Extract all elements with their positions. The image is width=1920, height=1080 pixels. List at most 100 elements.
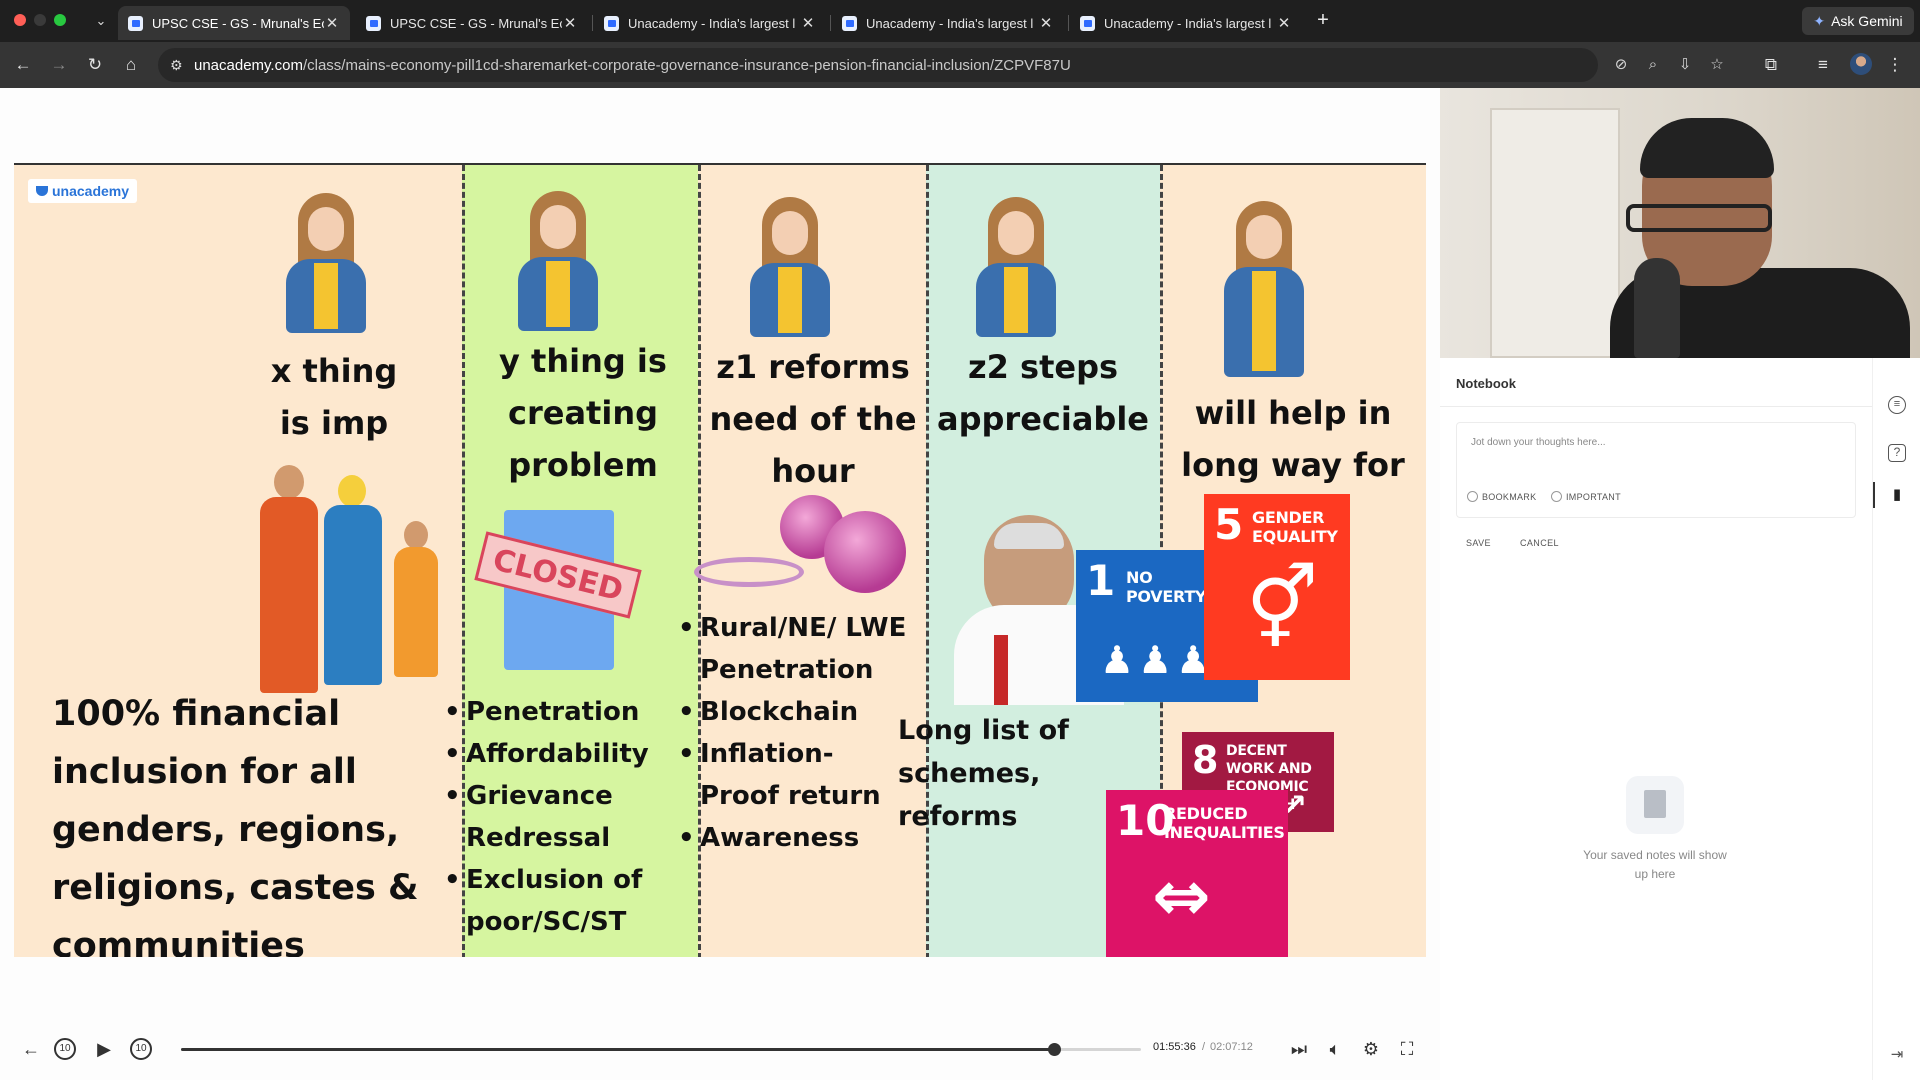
heading-line: problem <box>508 446 658 484</box>
notebook-icon[interactable]: ▮ <box>1886 484 1908 506</box>
profile-avatar[interactable] <box>1850 53 1872 75</box>
column-3-heading: z1 reforms need of the hour <box>698 341 928 497</box>
install-app-icon[interactable]: ⇩ <box>1674 54 1696 76</box>
column-3-bullets: Rural/NE/ LWE Penetration Blockchain Inf… <box>678 607 908 859</box>
seek-bar-handle[interactable] <box>1047 1043 1061 1056</box>
play-icon[interactable]: ▶ <box>91 1036 117 1062</box>
column-1-body: 100% financial inclusion for all genders… <box>52 685 419 957</box>
next-track-icon[interactable]: ⏭ <box>1286 1036 1312 1062</box>
tab-title: Unacademy - India's largest l <box>1104 15 1272 31</box>
bookmark-radio[interactable] <box>1467 491 1478 502</box>
kebab-menu-icon[interactable]: ⋮ <box>1884 54 1906 76</box>
tab-close-icon[interactable]: ✕ <box>1038 14 1054 32</box>
url-path: /class/mains-economy-pill1cd-sharemarket… <box>302 56 1071 74</box>
girl-illustration <box>508 191 608 331</box>
heading-line: long way for <box>1181 446 1405 484</box>
chat-icon[interactable]: ≡ <box>1888 396 1906 414</box>
note-editor[interactable]: Jot down your thoughts here... BOOKMARK … <box>1456 422 1856 518</box>
extensions-puzzle-icon[interactable]: ⧉ <box>1760 54 1782 76</box>
sdg-number: 5 <box>1214 500 1244 549</box>
important-radio[interactable] <box>1551 491 1562 502</box>
back-arrow-icon[interactable]: ← <box>18 1036 44 1062</box>
column-5-heading: will help in long way for <box>1160 387 1426 491</box>
close-window-button[interactable] <box>14 14 26 26</box>
unacademy-logo-icon <box>36 186 48 196</box>
back-arrow-icon[interactable]: ← <box>12 54 34 76</box>
gender-equality-icon: ⚥ <box>1246 562 1319 655</box>
sdg-tile-5: 5 GENDER EQUALITY ⚥ <box>1204 494 1350 680</box>
instructor-webcam-video <box>1440 88 1920 358</box>
video-player-controls: ← 10 ▶ 10 01:55:36 / 02:07:12 ⏭ 🔈︎ ⚙ ⛶ <box>0 1022 1440 1080</box>
heading-line: z1 reforms <box>716 348 910 386</box>
forward-arrow-icon[interactable]: → <box>48 54 70 76</box>
help-question-icon[interactable]: ? <box>1888 444 1906 462</box>
home-icon[interactable]: ⌂ <box>120 54 142 76</box>
exit-icon[interactable]: ⇥ <box>1886 1044 1908 1066</box>
seek-bar[interactable] <box>181 1043 1141 1056</box>
tab-2[interactable]: UPSC CSE - GS - Mrunal's Ec ✕ <box>356 6 588 40</box>
empty-notes-message: Your saved notes will show up here <box>1583 848 1727 881</box>
browser-tab-bar: ⌄ UPSC CSE - GS - Mrunal's Ec ✕ UPSC CSE… <box>0 0 1920 42</box>
heading-line: z2 steps <box>967 348 1119 386</box>
reduced-inequalities-icon: ⇔ <box>1152 855 1211 937</box>
tab-5[interactable]: Unacademy - India's largest l ✕ <box>1070 6 1302 40</box>
heading-line: creating <box>508 394 658 432</box>
fullscreen-icon[interactable]: ⛶ <box>1394 1036 1420 1062</box>
tab-1[interactable]: UPSC CSE - GS - Mrunal's Ec ✕ <box>118 6 350 40</box>
unacademy-logo-text: unacademy <box>52 183 130 199</box>
body-line: reforms <box>898 801 1018 832</box>
cancel-button[interactable]: CANCEL <box>1510 532 1569 554</box>
ask-gemini-button[interactable]: ✦ Ask Gemini <box>1802 7 1914 35</box>
maximize-window-button[interactable] <box>54 14 66 26</box>
sdg-label: GENDER EQUALITY <box>1252 508 1338 546</box>
tab-4[interactable]: Unacademy - India's largest l ✕ <box>832 6 1064 40</box>
eye-off-icon[interactable]: ⊘ <box>1610 54 1632 76</box>
sdg-label-line: EQUALITY <box>1252 527 1338 546</box>
settings-gear-icon[interactable]: ⚙ <box>1358 1036 1384 1062</box>
notebook-title: Notebook <box>1456 376 1516 391</box>
column-4-body: Long list of schemes, reforms <box>898 709 1069 838</box>
bookmark-option[interactable]: BOOKMARK <box>1467 491 1536 502</box>
forward-label: 10 <box>135 1043 147 1054</box>
new-tab-plus-icon[interactable]: + <box>1312 9 1334 31</box>
unacademy-favicon-icon <box>1080 15 1095 31</box>
sdg-label-line: POVERTY <box>1126 587 1207 606</box>
note-input-placeholder[interactable]: Jot down your thoughts here... <box>1471 437 1606 448</box>
tab-search-chevron-icon[interactable]: ⌄ <box>90 11 112 31</box>
tab-separator <box>830 15 831 31</box>
important-option[interactable]: IMPORTANT <box>1551 491 1621 502</box>
volume-icon[interactable]: 🔈︎ <box>1322 1036 1348 1062</box>
minimize-window-button[interactable] <box>34 14 46 26</box>
tab-close-icon[interactable]: ✕ <box>800 14 816 32</box>
forward-10-icon[interactable]: 10 <box>130 1038 152 1060</box>
unacademy-favicon-icon <box>366 15 381 31</box>
side-toolbar: ≡ ? ▮ ⇥ <box>1872 358 1920 1080</box>
page-content: unacademy x thing is imp y thing is crea… <box>0 88 1920 1080</box>
girl-illustration <box>740 197 840 337</box>
closed-sign-illustration: CLOSED <box>474 510 642 670</box>
rewind-10-icon[interactable]: 10 <box>54 1038 76 1060</box>
reload-icon[interactable]: ↻ <box>84 54 106 76</box>
sdg-label-line: GENDER <box>1252 508 1325 527</box>
zoom-icon[interactable]: ⌕ <box>1642 54 1664 76</box>
unacademy-favicon-icon <box>842 15 857 31</box>
tab-close-icon[interactable]: ✕ <box>1276 14 1292 32</box>
tab-3[interactable]: Unacademy - India's largest l ✕ <box>594 6 826 40</box>
girl-illustration <box>1214 201 1324 381</box>
save-button[interactable]: SAVE <box>1456 532 1501 554</box>
media-control-icon[interactable]: ≡ <box>1812 54 1834 76</box>
tab-close-icon[interactable]: ✕ <box>562 14 578 32</box>
bullet-item: Exclusion of poor/SC/ST <box>444 859 674 943</box>
url-text[interactable]: unacademy.com/class/mains-economy-pill1c… <box>194 57 1071 74</box>
unacademy-logo: unacademy <box>28 179 138 203</box>
tab-close-icon[interactable]: ✕ <box>324 14 340 32</box>
girl-illustration <box>276 193 376 333</box>
sdg-number: 1 <box>1086 556 1116 605</box>
heading-line: will help in <box>1194 394 1392 432</box>
empty-notes-document-icon <box>1626 776 1684 834</box>
site-info-icon[interactable]: ⚙ <box>170 57 194 74</box>
sdg-tile-10: 10 REDUCED INEQUALITIES ⇔ <box>1106 790 1288 957</box>
address-bar[interactable]: ⚙ unacademy.com/class/mains-economy-pill… <box>158 48 1724 82</box>
important-label: IMPORTANT <box>1566 491 1621 502</box>
bookmark-star-icon[interactable]: ☆ <box>1706 54 1728 76</box>
